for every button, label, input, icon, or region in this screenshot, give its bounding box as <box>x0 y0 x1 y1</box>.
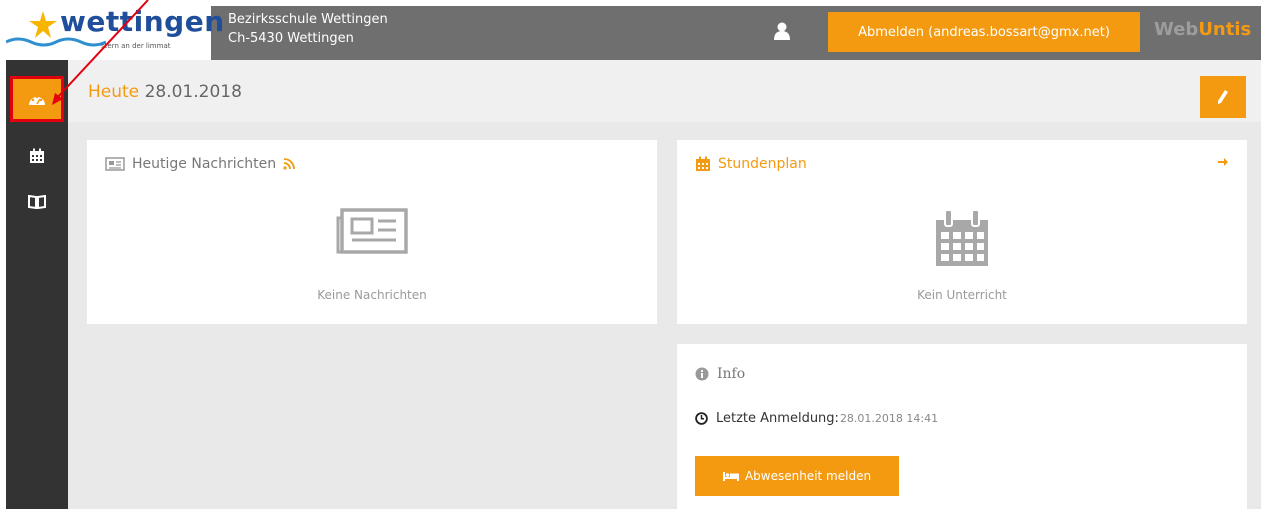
calendar-large-icon <box>936 209 988 266</box>
pencil-icon <box>1218 90 1228 104</box>
news-card-title: Heutige Nachrichten <box>105 156 296 172</box>
info-icon <box>695 367 709 381</box>
rss-icon[interactable] <box>283 158 296 170</box>
sidebar-item-dashboard[interactable] <box>10 76 64 122</box>
info-title: Info <box>717 366 746 382</box>
logo-text: wettingen <box>60 6 225 38</box>
newspaper-icon <box>105 157 125 171</box>
news-empty-text: Keine Nachrichten <box>317 288 427 302</box>
arrow-right-icon[interactable] <box>1217 156 1229 168</box>
timetable-title: Stundenplan <box>718 156 807 172</box>
timetable-card-title[interactable]: Stundenplan <box>695 156 807 172</box>
wave-logo-icon <box>6 37 106 47</box>
page-title-date: 28.01.2018 <box>144 82 242 102</box>
page-title: Heute 28.01.2018 <box>88 82 242 102</box>
sidebar <box>6 60 68 509</box>
bed-icon <box>722 472 739 481</box>
info-card: Info Letzte Anmeldung: 28.01.2018 14:41 A… <box>677 344 1247 509</box>
brand-untis: Untis <box>1198 19 1252 40</box>
school-info: Bezirksschule Wettingen Ch-5430 Wettinge… <box>228 10 388 48</box>
timetable-card: Stundenplan Kein Unterricht <box>677 140 1247 324</box>
school-address: Ch-5430 Wettingen <box>228 31 354 46</box>
report-absence-button[interactable]: Abwesenheit melden <box>695 456 899 496</box>
page-title-bar: Heute 28.01.2018 <box>68 60 1261 122</box>
header: wettingen stern an der limmat Bezirkssch… <box>6 6 1261 60</box>
logout-button[interactable]: Abmelden (andreas.bossart@gmx.net) <box>828 12 1140 52</box>
sidebar-item-calendar[interactable] <box>6 136 68 176</box>
school-name: Bezirksschule Wettingen <box>228 12 388 27</box>
newspaper-large-icon <box>336 208 408 254</box>
news-title: Heutige Nachrichten <box>132 156 277 172</box>
news-card: Heutige Nachrichten Keine Nachrichten <box>87 140 657 324</box>
app-frame: wettingen stern an der limmat Bezirkssch… <box>6 6 1261 509</box>
calendar-icon <box>696 156 710 171</box>
last-login: Letzte Anmeldung: 28.01.2018 14:41 <box>695 411 938 426</box>
page-title-label: Heute <box>88 82 140 102</box>
brand-web: Web <box>1154 19 1199 40</box>
info-card-title: Info <box>695 366 745 382</box>
last-login-value: 28.01.2018 14:41 <box>839 412 939 425</box>
calendar-icon <box>30 148 44 163</box>
sidebar-item-book[interactable] <box>6 182 68 222</box>
user-icon[interactable] <box>774 22 790 40</box>
last-login-label: Letzte Anmeldung: <box>716 411 839 426</box>
book-icon <box>28 195 46 209</box>
clock-icon <box>695 412 708 425</box>
edit-button[interactable] <box>1200 76 1246 118</box>
report-absence-label: Abwesenheit melden <box>744 469 872 483</box>
webuntis-brand: WebUntis <box>1154 19 1251 40</box>
dashboard-icon <box>29 95 45 105</box>
logo-tagline: stern an der limmat <box>101 42 171 50</box>
timetable-empty-text: Kein Unterricht <box>917 288 1007 302</box>
logo[interactable]: wettingen stern an der limmat <box>6 6 224 60</box>
